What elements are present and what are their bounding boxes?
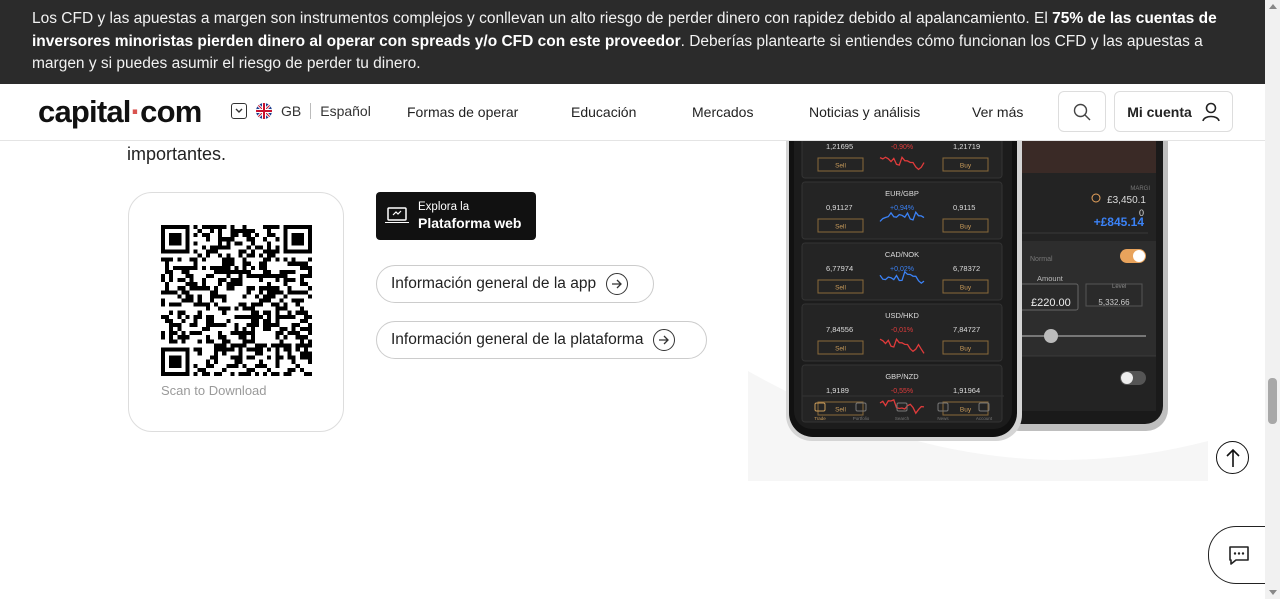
nav-mercados[interactable]: Mercados	[692, 104, 753, 120]
app-overview-label: Información general de la app	[391, 275, 597, 292]
sell-price: 1,9189	[826, 386, 849, 395]
buy-label: Buy	[960, 346, 972, 353]
mode-label: Normal	[1030, 256, 1053, 263]
locale-selector[interactable]: GB Español	[231, 103, 371, 119]
scroll-to-top-button[interactable]	[1216, 441, 1249, 474]
sell-label: Sell	[835, 163, 846, 170]
chat-button[interactable]	[1208, 526, 1268, 584]
arrow-right-circle-icon	[653, 329, 676, 351]
capital-com-logo[interactable]: capital·com	[38, 94, 202, 130]
buy-label: Buy	[960, 285, 972, 292]
tab-label: Search	[895, 416, 910, 421]
tab-label: Portfolio	[853, 416, 870, 421]
scroll-down-arrow[interactable]	[1269, 590, 1277, 595]
region-code: GB	[281, 103, 302, 119]
sell-price: 1,21695	[826, 142, 853, 151]
nav-educacion[interactable]: Educación	[571, 104, 636, 120]
risk-text-1: Los CFD y las apuestas a margen son inst…	[32, 10, 1053, 27]
buy-price: 6,78372	[953, 264, 980, 273]
search-button[interactable]	[1058, 91, 1106, 132]
tab-label: Account	[976, 416, 993, 421]
scroll-up-arrow[interactable]	[1269, 4, 1277, 9]
sell-price: 6,77974	[826, 264, 853, 273]
margin-value: £3,450.1	[1107, 195, 1146, 206]
web-button-line2: Plataforma web	[418, 214, 522, 231]
platform-overview-link[interactable]: Información general de la plataforma	[376, 321, 707, 359]
search-icon	[1073, 103, 1091, 120]
intro-text: importantes.	[127, 144, 227, 164]
pair-label: USD/HKD	[885, 311, 919, 320]
amount-label: Amount	[1037, 274, 1064, 283]
sell-price: 7,84556	[826, 325, 853, 334]
scrollbar-thumb[interactable]	[1268, 378, 1277, 424]
nav-ver-mas[interactable]: Ver más	[972, 104, 1023, 120]
laptop-icon	[385, 207, 409, 223]
web-button-line1: Explora la	[418, 200, 470, 213]
buy-price: 0,9115	[953, 203, 975, 212]
divider	[310, 103, 312, 119]
tab-label: Trade	[814, 416, 826, 421]
arrow-up-icon	[1225, 448, 1240, 467]
buy-price: 7,84727	[953, 325, 980, 334]
nav-noticias-analisis[interactable]: Noticias y análisis	[809, 104, 920, 120]
language-label: Español	[320, 103, 371, 119]
buy-price: 1,21719	[953, 142, 980, 151]
change-pct: +0,02%	[890, 266, 914, 273]
change-pct: +0,94%	[890, 205, 914, 212]
pnl-value: +£845.14	[1094, 215, 1145, 229]
sell-label: Sell	[835, 346, 846, 353]
tab-label: News	[937, 416, 949, 421]
sell-label: Sell	[835, 285, 846, 292]
sell-price: 0,91127	[826, 203, 853, 212]
qr-caption: Scan to Download	[161, 383, 267, 398]
mobile-app-illustration: MARGI £3,450.1 0 +£845.14 Normal Amount …	[748, 141, 1208, 481]
chevron-down-icon	[231, 103, 247, 119]
sell-label: Sell	[835, 224, 846, 231]
platform-overview-label: Información general de la plataforma	[391, 331, 644, 348]
level-label: Level	[1112, 284, 1126, 290]
page-scrollbar[interactable]	[1265, 0, 1280, 599]
change-pct: -0,90%	[891, 144, 913, 151]
pair-label: EUR/GBP	[885, 189, 919, 198]
change-pct: -0,55%	[891, 388, 913, 395]
web-platform-button[interactable]: Explora la Plataforma web	[376, 192, 536, 240]
qr-code[interactable]	[161, 225, 312, 376]
amount-value: £220.00	[1031, 297, 1071, 309]
chat-icon	[1228, 546, 1249, 565]
pair-label: CAD/NOK	[885, 250, 919, 259]
buy-label: Buy	[960, 163, 972, 170]
buy-label: Buy	[960, 224, 972, 231]
risk-warning-banner: Los CFD y las apuestas a margen son inst…	[0, 0, 1265, 84]
change-pct: -0,01%	[891, 327, 913, 334]
sell-label: Sell	[835, 407, 846, 414]
app-overview-link[interactable]: Información general de la app	[376, 265, 654, 303]
account-label: Mi cuenta	[1127, 103, 1192, 120]
arrow-right-circle-icon	[606, 273, 629, 295]
pair-label: GBP/NZD	[885, 372, 919, 381]
qr-download-card: Scan to Download	[128, 192, 344, 432]
level-value: 5,332.66	[1098, 298, 1130, 307]
uk-flag-icon	[256, 103, 272, 119]
account-button[interactable]: Mi cuenta	[1114, 91, 1233, 132]
buy-label: Buy	[960, 407, 972, 414]
margin-label: MARGI	[1130, 186, 1150, 192]
user-icon	[1201, 102, 1220, 121]
nav-formas-de-operar[interactable]: Formas de operar	[407, 104, 518, 120]
site-header: capital·com GB Español Formas de operar …	[0, 84, 1265, 141]
buy-price: 1,91964	[953, 386, 980, 395]
